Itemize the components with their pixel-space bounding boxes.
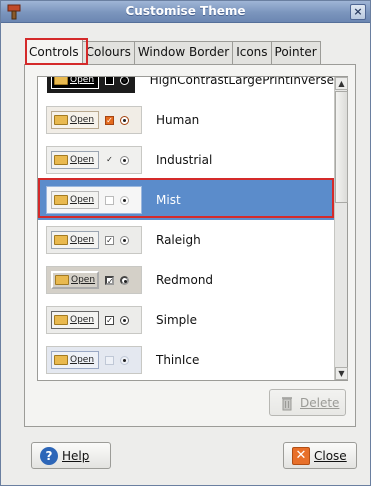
trash-icon [282,396,292,410]
preview-open-label: Open [71,275,96,285]
theme-name: Raleigh [156,233,201,247]
theme-name: Redmond [156,273,214,287]
radio-icon [120,77,129,85]
customise-theme-window: Customise Theme × Controls Colours Windo… [0,0,371,486]
list-item[interactable]: Open ✓ Simple [38,300,334,340]
folder-icon [54,77,68,85]
checkbox-icon: ✓ [106,154,113,164]
scroll-up-icon[interactable]: ▲ [335,77,348,90]
help-icon: ? [40,446,58,465]
scroll-down-icon[interactable]: ▼ [335,367,348,380]
checkbox-icon: ✓ [105,275,114,286]
preview-open-button: Open [51,231,99,249]
close-button[interactable]: ✕ Close [283,442,357,469]
list-item[interactable]: Open ✓ Human [38,100,334,140]
window-close-icon[interactable]: × [350,4,366,20]
list-item[interactable]: Open ThinIce [38,340,334,380]
preview-open-label: Open [70,355,95,365]
preview-open-button: Open [51,271,99,289]
tab-colours[interactable]: Colours [81,41,135,64]
theme-list: Open HighContrastLargePrintInverse Open … [37,76,348,381]
theme-preview: Open ✓ [46,106,142,134]
close-label: Close [314,448,347,463]
preview-open-label: Open [70,235,95,245]
theme-preview: Open [46,346,142,374]
preview-open-label: Open [70,115,95,125]
checkbox-icon: ✓ [105,115,114,125]
theme-preview: Open [46,186,142,214]
checkbox-icon: ✓ [105,315,114,325]
delete-button[interactable]: Delete [269,389,346,416]
list-item-selected[interactable]: Open Mist [38,180,334,220]
theme-preview: Open ✓ [46,266,142,294]
window-title: Customise Theme [125,4,246,18]
theme-preview: Open ✓ [46,226,142,254]
help-button[interactable]: ? Help [31,442,111,469]
theme-name: Mist [156,193,181,207]
list-item[interactable]: Open ✓ Redmond [38,260,334,300]
folder-icon [54,355,68,365]
radio-icon [120,315,129,325]
list-item[interactable]: Open ✓ Industrial [38,140,334,180]
preview-open-button: Open [51,151,99,169]
folder-icon [55,275,69,285]
radio-icon [120,235,129,245]
folder-icon [54,115,68,125]
tab-icons[interactable]: Icons [232,41,272,64]
list-scrollbar[interactable]: ▲ ▼ [334,77,348,380]
radio-icon [120,275,129,285]
theme-name: HighContrastLargePrintInverse [149,76,334,87]
checkbox-icon [105,195,114,205]
theme-preview: Open ✓ [46,146,142,174]
folder-icon [54,155,68,165]
preview-open-label: Open [70,315,95,325]
checkbox-icon [105,77,114,85]
titlebar: Customise Theme × [1,1,370,23]
help-label: Help [62,448,90,463]
preview-open-button: Open [51,311,99,329]
theme-preview: Open ✓ [46,306,142,334]
theme-preview: Open [46,76,136,94]
tab-bar: Controls Colours Window Border Icons Poi… [25,39,321,65]
tab-controls[interactable]: Controls [25,39,83,64]
theme-name: Human [156,113,200,127]
scroll-thumb[interactable] [335,91,348,203]
preview-open-label: Open [70,76,95,85]
delete-label: Delete [300,395,340,410]
folder-icon [54,195,68,205]
theme-name: Industrial [156,153,213,167]
list-item[interactable]: Open ✓ Raleigh [38,220,334,260]
close-icon: ✕ [292,446,310,465]
tab-pointer[interactable]: Pointer [270,41,321,64]
tab-window-border[interactable]: Window Border [133,41,234,64]
preview-open-button: Open [51,351,99,369]
theme-name: ThinIce [156,353,200,367]
radio-icon [120,355,129,365]
preview-open-button: Open [51,76,99,89]
theme-name: Simple [156,313,197,327]
preview-open-button: Open [51,191,99,209]
checkbox-icon: ✓ [105,235,114,245]
preview-open-label: Open [70,155,95,165]
radio-icon [120,195,129,205]
folder-icon [54,315,68,325]
preview-open-label: Open [70,195,95,205]
radio-icon [120,115,129,125]
folder-icon [54,235,68,245]
radio-icon [120,155,129,165]
list-item[interactable]: Open HighContrastLargePrintInverse [38,76,334,100]
checkbox-icon [105,355,114,365]
preview-open-button: Open [51,111,99,129]
